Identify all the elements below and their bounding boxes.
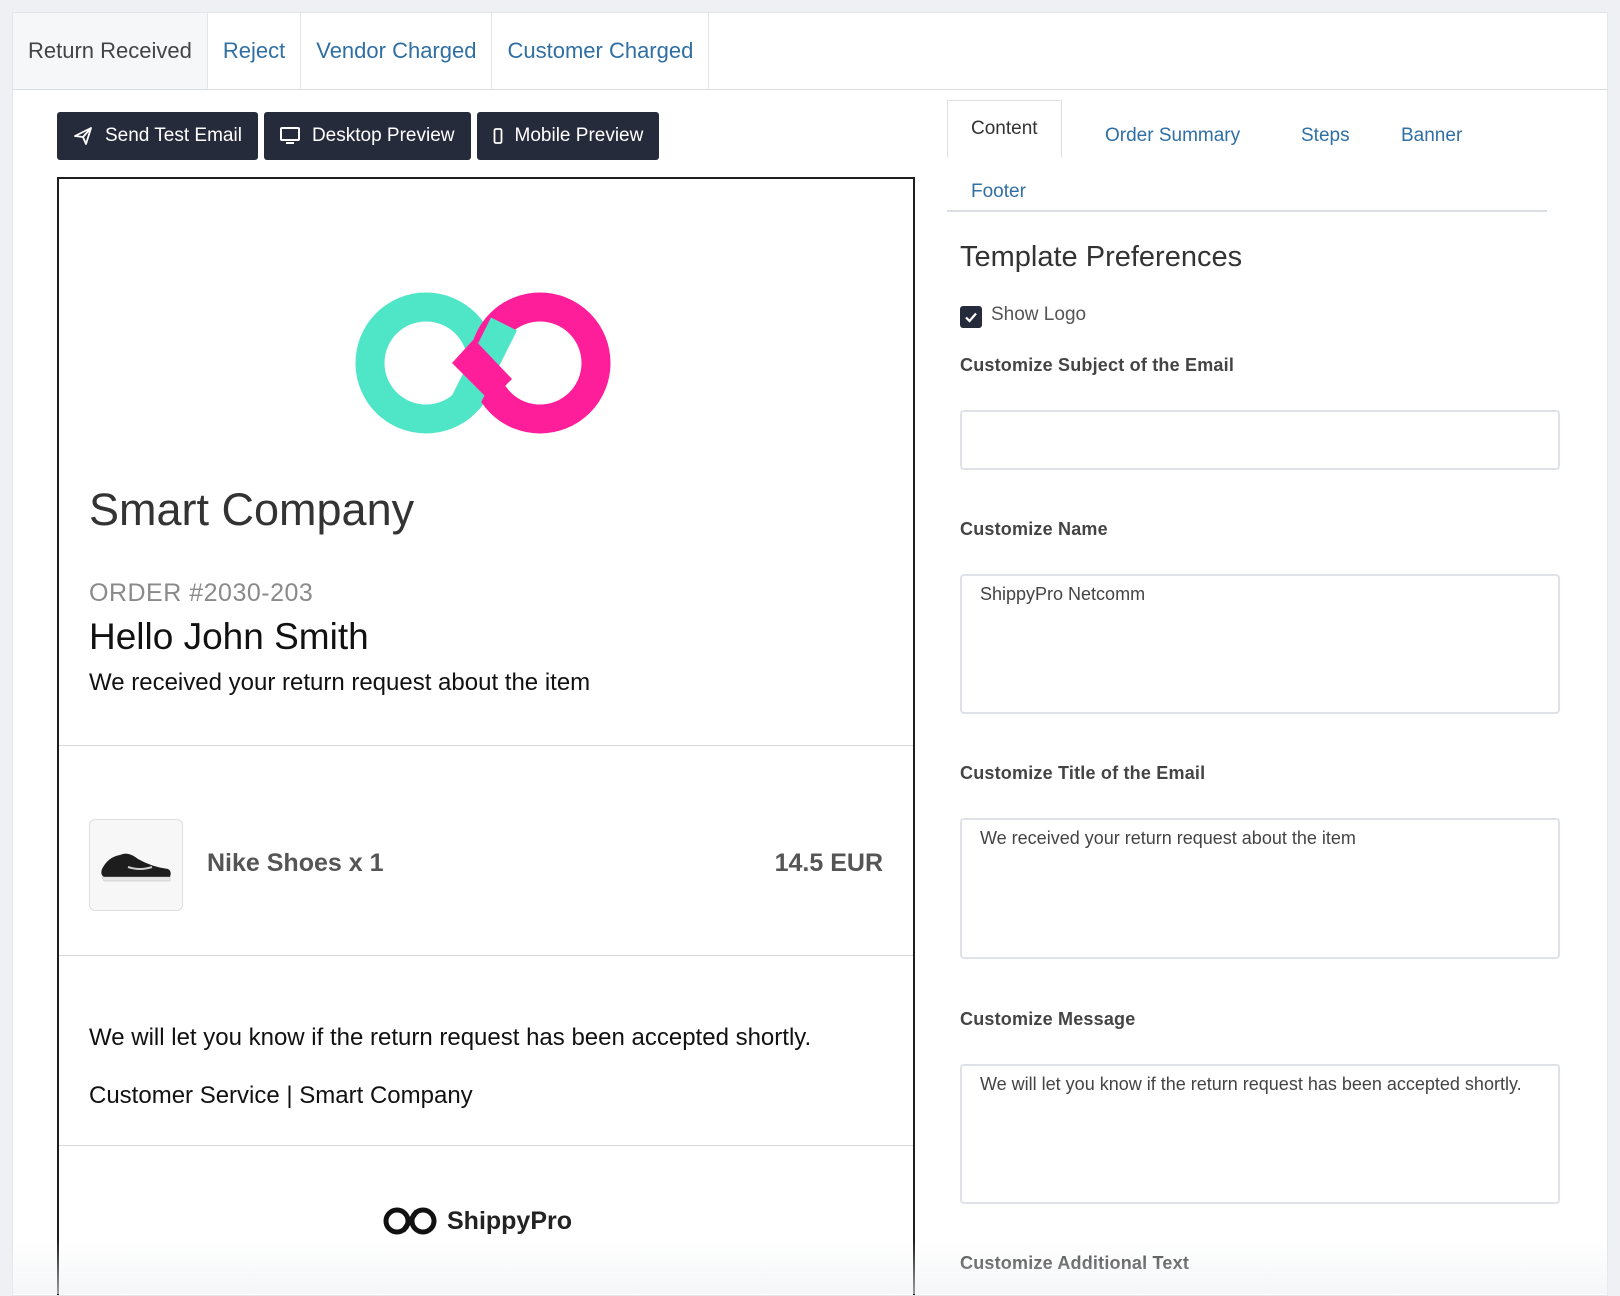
subject-label: Customize Subject of the Email (960, 355, 1235, 375)
subject-input[interactable] (960, 410, 1560, 470)
desktop-preview-button[interactable]: Desktop Preview (263, 112, 471, 160)
preview-toolbar: Send Test Email Desktop Preview Mobile P… (57, 112, 665, 160)
footer-brand-name: ShippyPro (447, 1206, 573, 1235)
additional-text-label: Customize Additional Text (960, 1253, 1190, 1273)
tab-content[interactable]: Content (947, 100, 1062, 158)
paper-plane-icon (73, 126, 93, 146)
settings-tab-bar: Content Order Summary Steps Banner Foote… (947, 100, 1547, 212)
tab-steps[interactable]: Steps (1301, 125, 1350, 147)
desktop-preview-label: Desktop Preview (311, 125, 455, 146)
name-label: Customize Name (960, 519, 1108, 539)
divider (59, 1145, 913, 1146)
send-test-email-label: Send Test Email (105, 125, 242, 146)
tab-return-received[interactable]: Return Received (13, 13, 208, 89)
checkmark-icon (965, 312, 977, 323)
email-signature: Customer Service | Smart Company (89, 1082, 473, 1109)
panel-title: Template Preferences (960, 241, 1243, 273)
item-name: Nike Shoes x 1 (207, 849, 384, 877)
tab-vendor-charged[interactable]: Vendor Charged (301, 13, 493, 89)
tab-footer[interactable]: Footer (971, 181, 1026, 203)
tab-reject[interactable]: Reject (208, 13, 302, 89)
divider (59, 955, 913, 956)
monitor-icon (279, 127, 300, 145)
greeting: Hello John Smith (89, 616, 369, 657)
tab-order-summary[interactable]: Order Summary (1105, 125, 1240, 147)
tab-banner[interactable]: Banner (1401, 125, 1462, 147)
company-logo (354, 289, 614, 444)
show-logo-label: Show Logo (991, 304, 1087, 325)
company-name: Smart Company (89, 484, 415, 535)
shoe-icon (101, 853, 171, 882)
tab-customer-charged[interactable]: Customer Charged (492, 13, 710, 89)
show-logo-checkbox[interactable] (960, 306, 982, 328)
mobile-preview-label: Mobile Preview (514, 125, 644, 146)
shippypro-logo-icon (383, 1207, 437, 1235)
send-test-email-button[interactable]: Send Test Email (57, 112, 258, 160)
email-title: We received your return request about th… (89, 669, 591, 696)
top-tab-bar: Return Received Reject Vendor Charged Cu… (13, 13, 1607, 90)
email-title-label: Customize Title of the Email (960, 763, 1206, 783)
order-number: ORDER #2030-203 (89, 579, 314, 607)
product-image (89, 819, 183, 911)
email-message: We will let you know if the return reque… (89, 1024, 812, 1051)
item-price: 14.5 EUR (774, 849, 883, 877)
email-preview: Smart Company ORDER #2030-203 Hello John… (57, 177, 915, 1295)
mobile-preview-button[interactable]: Mobile Preview (476, 112, 660, 160)
message-textarea[interactable]: We will let you know if the return reque… (960, 1064, 1560, 1204)
message-label: Customize Message (960, 1009, 1136, 1029)
email-title-textarea[interactable]: We received your return request about th… (960, 818, 1560, 959)
footer-brand-logo: ShippyPro (381, 1204, 572, 1238)
name-textarea[interactable]: ShippyPro Netcomm (960, 574, 1560, 714)
divider (59, 745, 913, 746)
mobile-phone-icon (493, 128, 503, 144)
